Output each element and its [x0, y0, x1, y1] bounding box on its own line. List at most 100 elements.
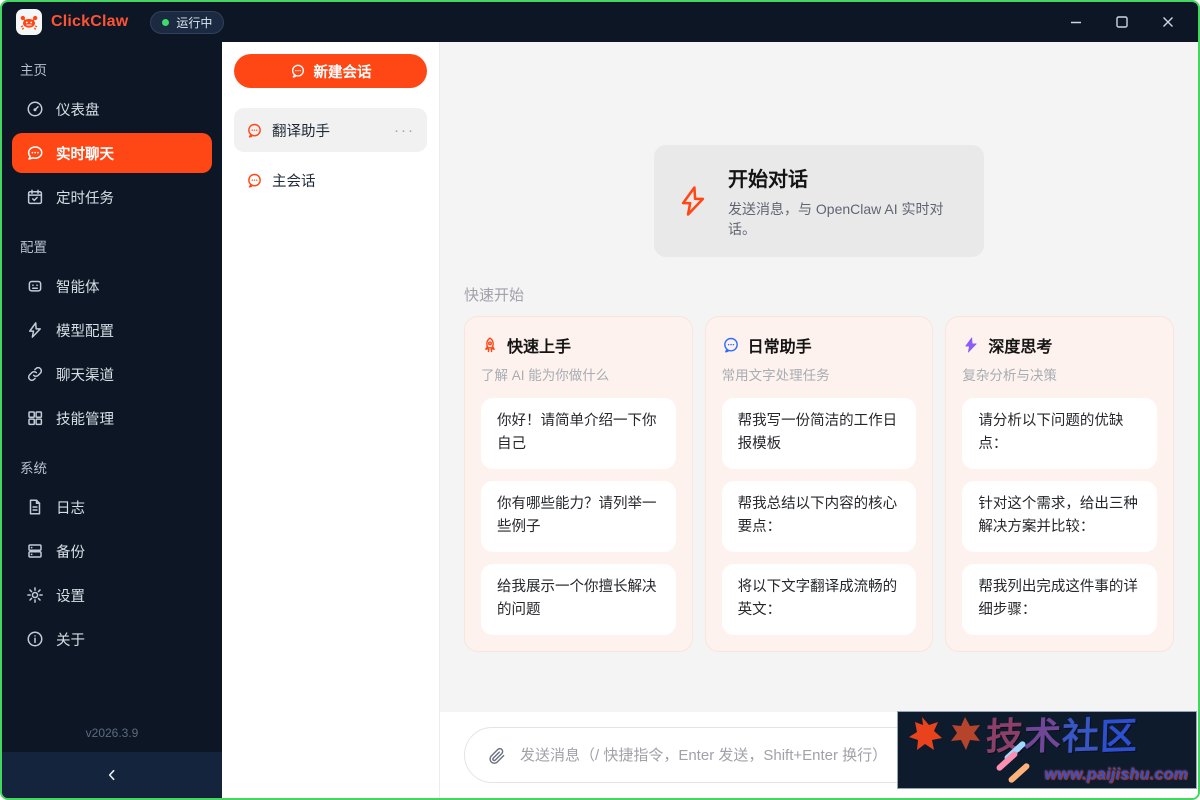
card-title: 日常助手 [748, 333, 812, 357]
minimize-icon [1069, 15, 1083, 29]
suggestion-chip[interactable]: 你有哪些能力？请列举一些例子 [481, 481, 676, 552]
gauge-icon [26, 100, 44, 118]
watermark-char: 术 [1023, 714, 1062, 759]
app-version: v2026.3.9 [2, 726, 222, 752]
section-label-config: 配置 [2, 219, 222, 264]
card-daily-assistant: 日常助手 常用文字处理任务 帮我写一份简洁的工作日报模板 帮我总结以下内容的核心… [705, 316, 934, 652]
file-icon [26, 498, 44, 516]
card-title: 深度思考 [988, 333, 1052, 357]
suggestion-chip[interactable]: 帮我总结以下内容的核心要点： [722, 481, 917, 552]
card-subtitle: 了解 AI 能为你做什么 [481, 364, 676, 384]
pencil-icon [1007, 762, 1030, 784]
robot-icon [26, 277, 44, 295]
sidebar-item-label: 智能体 [56, 276, 100, 297]
sidebar-item-live-chat[interactable]: 实时聊天 [12, 133, 212, 173]
stylized-glyph [945, 715, 985, 759]
close-icon [1161, 15, 1175, 29]
rocket-icon [481, 336, 499, 354]
conversation-item-main[interactable]: 主会话 [234, 158, 427, 202]
paperclip-icon[interactable] [487, 746, 506, 765]
sidebar-collapse-button[interactable] [2, 752, 222, 798]
sidebar-item-label: 模型配置 [56, 320, 114, 341]
sidebar-item-skills[interactable]: 技能管理 [12, 398, 212, 438]
chat-bubble-icon [26, 144, 44, 162]
sidebar-item-settings[interactable]: 设置 [12, 575, 212, 615]
chat-bubble-icon [722, 336, 740, 354]
titlebar: ClickClaw 运行中 [2, 2, 1198, 42]
watermark-url: www.paijishu.com [1044, 766, 1188, 784]
conversation-title: 主会话 [272, 170, 316, 191]
app-title: ClickClaw [51, 13, 128, 31]
suggestion-chip[interactable]: 将以下文字翻译成流畅的英文： [722, 564, 917, 635]
link-icon [26, 365, 44, 383]
new-conversation-button[interactable]: 新建会话 [234, 54, 427, 88]
sidebar-item-label: 备份 [56, 541, 85, 562]
new-conversation-label: 新建会话 [314, 61, 372, 82]
maximize-button[interactable] [1106, 8, 1138, 36]
card-deep-thinking: 深度思考 复杂分析与决策 请分析以下问题的优缺点： 针对这个需求，给出三种解决方… [945, 316, 1174, 652]
watermark-char: 社 [1061, 714, 1100, 759]
app-logo [16, 9, 42, 35]
start-conversation-card: 开始对话 发送消息，与 OpenClaw AI 实时对话。 [654, 145, 984, 257]
sidebar-item-model-config[interactable]: 模型配置 [12, 310, 212, 350]
suggestion-chip[interactable]: 针对这个需求，给出三种解决方案并比较： [962, 481, 1157, 552]
sidebar-item-logs[interactable]: 日志 [12, 487, 212, 527]
sidebar-item-scheduled-tasks[interactable]: 定时任务 [12, 177, 212, 217]
sidebar-item-label: 仪表盘 [56, 99, 100, 120]
suggestion-chip[interactable]: 帮我写一份简洁的工作日报模板 [722, 398, 917, 469]
grid-icon [26, 409, 44, 427]
sidebar-item-dashboard[interactable]: 仪表盘 [12, 89, 212, 129]
sidebar-item-label: 设置 [56, 585, 85, 606]
sidebar-item-chat-channels[interactable]: 聊天渠道 [12, 354, 212, 394]
sidebar-item-label: 聊天渠道 [56, 364, 114, 385]
watermark-char: 技 [985, 714, 1024, 759]
bolt-icon [962, 336, 980, 354]
status-badge: 运行中 [150, 11, 224, 34]
status-badge-label: 运行中 [176, 14, 212, 31]
chat-scroll-area: 开始对话 发送消息，与 OpenClaw AI 实时对话。 快速开始 [440, 42, 1198, 712]
card-quick-start: 快速上手 了解 AI 能为你做什么 你好！请简单介绍一下你自己 你有哪些能力？请… [464, 316, 693, 652]
close-button[interactable] [1152, 8, 1184, 36]
sidebar-item-label: 定时任务 [56, 187, 114, 208]
section-label-system: 系统 [2, 440, 222, 485]
sidebar: 主页 仪表盘 实时聊天 [2, 42, 222, 798]
conversation-menu-button[interactable]: ··· [394, 122, 415, 139]
section-label-home: 主页 [2, 42, 222, 87]
watermark: 技 术 社 区 www.paijishu.com [897, 711, 1197, 789]
stylized-glyph [904, 715, 944, 759]
status-dot-icon [162, 19, 169, 26]
hero-subtitle: 发送消息，与 OpenClaw AI 实时对话。 [728, 199, 962, 239]
sidebar-item-label: 技能管理 [56, 408, 114, 429]
conversation-list: 翻译助手 ··· 主会话 [234, 108, 427, 202]
app-window: ClickClaw 运行中 主页 [0, 0, 1200, 800]
quick-start-label: 快速开始 [464, 284, 1174, 305]
suggestion-chip[interactable]: 给我展示一个你擅长解决的问题 [481, 564, 676, 635]
bolt-icon [676, 182, 710, 220]
hero-title: 开始对话 [728, 163, 962, 192]
conversation-item-translator[interactable]: 翻译助手 ··· [234, 108, 427, 152]
minimize-button[interactable] [1060, 8, 1092, 36]
sidebar-item-agents[interactable]: 智能体 [12, 266, 212, 306]
watermark-text: 技 术 社 区 [904, 715, 1137, 759]
chat-main: 开始对话 发送消息，与 OpenClaw AI 实时对话。 快速开始 [440, 42, 1198, 798]
gear-icon [26, 586, 44, 604]
quick-start-cards: 快速上手 了解 AI 能为你做什么 你好！请简单介绍一下你自己 你有哪些能力？请… [464, 316, 1174, 652]
card-subtitle: 复杂分析与决策 [962, 364, 1157, 384]
watermark-char: 区 [1099, 714, 1138, 759]
suggestion-chip[interactable]: 请分析以下问题的优缺点： [962, 398, 1157, 469]
window-controls [1060, 8, 1184, 36]
chevron-left-icon [104, 767, 120, 783]
card-subtitle: 常用文字处理任务 [722, 364, 917, 384]
bolt-icon [26, 321, 44, 339]
server-icon [26, 542, 44, 560]
maximize-icon [1115, 15, 1129, 29]
suggestion-chip[interactable]: 帮我列出完成这件事的详细步骤： [962, 564, 1157, 635]
suggestion-chip[interactable]: 你好！请简单介绍一下你自己 [481, 398, 676, 469]
chat-bubble-icon [246, 172, 263, 189]
sidebar-item-label: 日志 [56, 497, 85, 518]
crab-icon [19, 12, 39, 32]
info-icon [26, 630, 44, 648]
sidebar-item-backup[interactable]: 备份 [12, 531, 212, 571]
sidebar-item-about[interactable]: 关于 [12, 619, 212, 659]
chat-bubble-icon [246, 122, 263, 139]
